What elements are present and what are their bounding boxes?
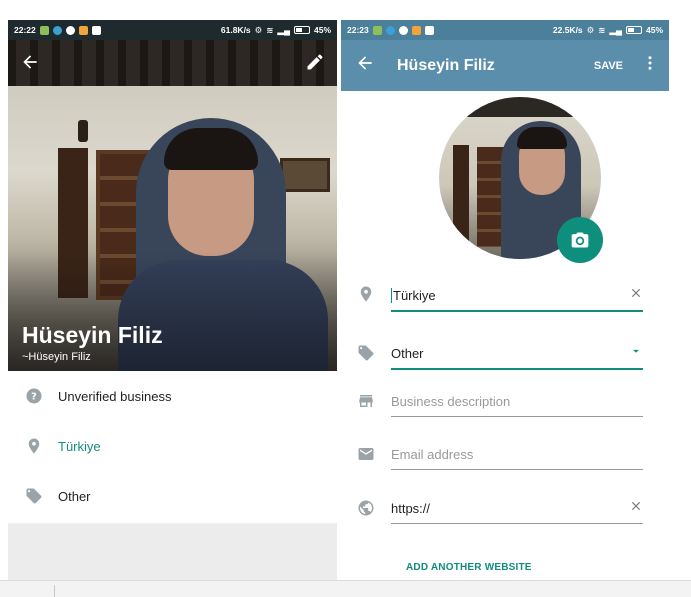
battery-level: 45% [313,25,331,35]
bottom-strip [0,580,691,597]
notification-icon [424,25,434,35]
help-circle-icon: ? [24,386,44,406]
clear-location-icon[interactable] [629,286,643,305]
tag-icon [24,486,44,506]
svg-text:?: ? [31,391,37,402]
profile-pushname: ~Hüseyin Filiz [22,351,91,363]
notification-icon [385,25,395,35]
save-button[interactable]: SAVE [594,60,623,72]
profile-view-screen: 22:22 61.8K/s ⚙ ≋ ▂▄ 45% Hüseyin Filiz ~… [8,20,337,580]
business-description-placeholder: Business description [391,393,511,409]
camera-icon [571,232,589,248]
location-pin-icon [357,285,375,303]
profile-name: Hüseyin Filiz [22,322,163,348]
location-pin-icon [24,436,44,456]
signal-icon: ▂▄ [277,24,290,35]
text-cursor [391,287,392,303]
business-description-field[interactable]: Business description [391,389,643,417]
battery-icon [625,26,642,34]
status-bar: 22:22 61.8K/s ⚙ ≋ ▂▄ 45% [8,20,337,40]
globe-icon [357,499,375,517]
wifi-icon: ≋ [266,24,274,35]
status-time: 22:22 [14,25,36,35]
website-field[interactable]: https:// [391,496,643,524]
info-row-label: Unverified business [58,388,172,404]
notification-icon [91,25,101,35]
network-speed: 22.5K/s [552,25,583,35]
notification-icon [39,25,49,35]
location-field[interactable]: Türkiye [391,283,643,312]
tag-icon [357,344,375,362]
info-row-verification[interactable]: ? Unverified business [8,371,337,421]
email-field[interactable]: Email address [391,442,643,470]
email-icon [357,445,375,463]
app-bar-title: Hüseyin Filiz [397,56,495,74]
category-value: Other [391,345,424,361]
status-time: 22:23 [347,25,369,35]
info-row-label: Türkiye [58,438,101,454]
screenshot-canvas: 22:22 61.8K/s ⚙ ≋ ▂▄ 45% Hüseyin Filiz ~… [0,0,691,597]
info-row-label: Other [58,488,91,504]
battery-icon [293,26,310,34]
notification-icon [398,25,408,35]
edit-pencil-icon[interactable] [305,52,325,77]
photo-toolbar [8,40,337,88]
notification-icon [65,25,75,35]
category-dropdown[interactable]: Other [391,341,643,370]
wifi-icon: ≋ [598,24,606,35]
change-photo-button[interactable] [557,217,603,263]
edit-profile-screen: 22:23 22.5K/s ⚙ ≋ ▂▄ 45% Hüseyin Filiz S… [341,20,669,580]
overflow-menu-icon[interactable] [641,54,659,77]
profile-avatar[interactable] [439,97,603,263]
business-info-list: ? Unverified business Türkiye Other [8,371,337,523]
signal-icon: ▂▄ [609,24,622,35]
play-store-icon [411,25,421,35]
app-bar: Hüseyin Filiz SAVE [341,40,669,91]
back-arrow-icon[interactable] [355,53,375,78]
clear-website-icon[interactable] [629,499,643,518]
alarm-icon: ⚙ [254,24,263,35]
alarm-icon: ⚙ [586,24,595,35]
notification-icon [52,25,62,35]
status-bar: 22:23 22.5K/s ⚙ ≋ ▂▄ 45% [341,20,669,40]
profile-name-block: Hüseyin Filiz ~Hüseyin Filiz [22,322,163,363]
dropdown-arrow-icon [629,344,643,363]
network-speed: 61.8K/s [220,25,251,35]
info-row-category[interactable]: Other [8,471,337,521]
add-another-website-button[interactable]: ADD ANOTHER WEBSITE [406,562,532,573]
email-placeholder: Email address [391,446,474,462]
notification-icon [372,25,382,35]
location-value: Türkiye [393,287,436,303]
play-store-icon [78,25,88,35]
info-row-location[interactable]: Türkiye [8,421,337,471]
profile-photo[interactable]: Hüseyin Filiz ~Hüseyin Filiz [8,40,337,371]
store-icon [357,392,375,410]
back-arrow-icon[interactable] [20,52,40,77]
website-value: https:// [391,500,431,516]
battery-level: 45% [645,25,663,35]
